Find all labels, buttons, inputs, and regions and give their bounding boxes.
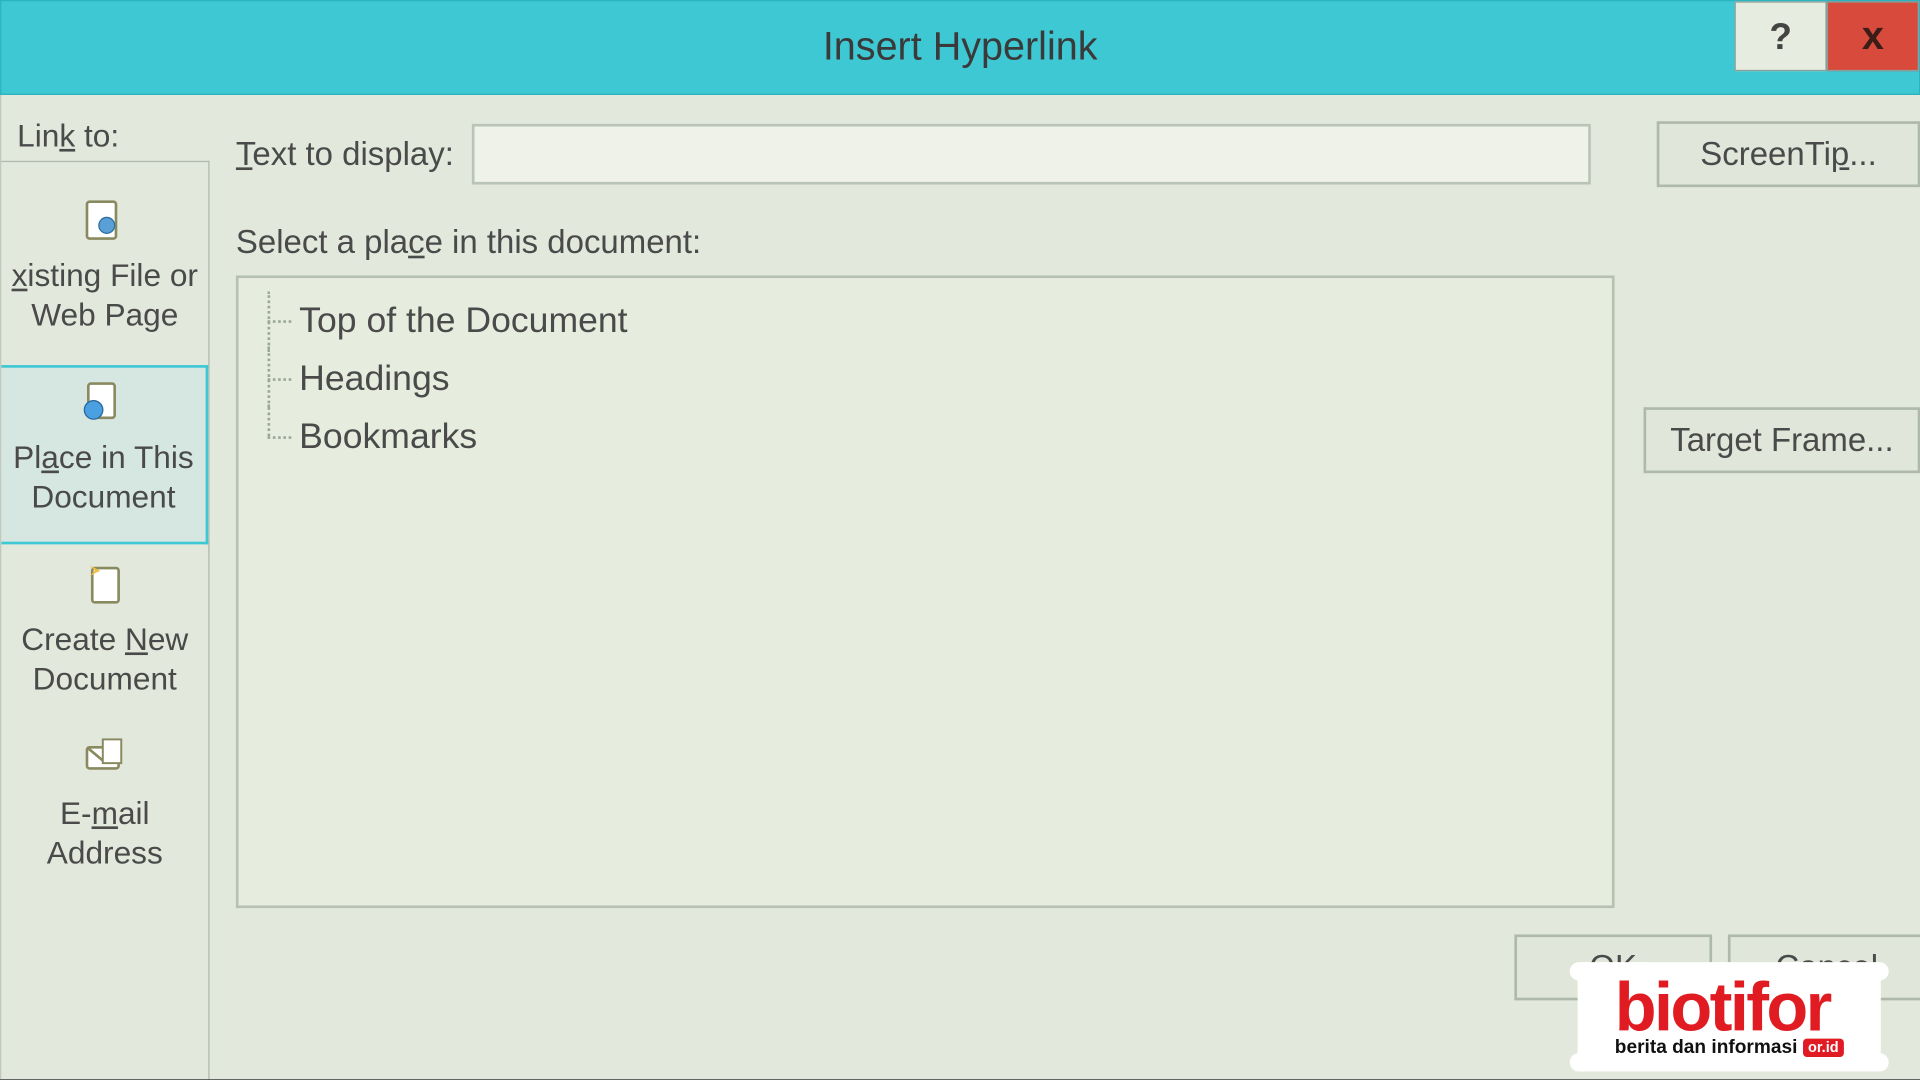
rail-label: xisting File or Web Page bbox=[9, 257, 200, 336]
ok-button[interactable]: OK bbox=[1514, 934, 1712, 1000]
main-panel: Text to display: ScreenTip... Select a p… bbox=[210, 95, 1920, 1080]
titlebar: Insert Hyperlink ? x bbox=[0, 0, 1920, 95]
help-button[interactable]: ? bbox=[1734, 1, 1826, 71]
link-to-label: Link to: bbox=[1, 95, 209, 161]
tree-item-headings[interactable]: Headings bbox=[260, 349, 1591, 407]
email-icon bbox=[78, 737, 131, 782]
tree-item-label: Bookmarks bbox=[299, 416, 477, 457]
dialog-body: Link to: xisting File or Web Page bbox=[0, 95, 1920, 1080]
text-to-display-row: Text to display: ScreenTip... bbox=[236, 95, 1920, 187]
right-button-column: Target Frame... bbox=[1644, 275, 1920, 908]
select-place-label: Select a place in this document: bbox=[236, 187, 1920, 275]
link-to-existing-file[interactable]: xisting File or Web Page bbox=[1, 186, 208, 360]
dialog-title: Insert Hyperlink bbox=[823, 25, 1098, 70]
cancel-button[interactable]: Cancel bbox=[1728, 934, 1920, 1000]
link-to-create-new-document[interactable]: Create New Document bbox=[1, 550, 208, 724]
screentip-button[interactable]: ScreenTip... bbox=[1657, 121, 1920, 187]
tree-item-label: Top of the Document bbox=[299, 300, 627, 341]
file-web-icon bbox=[78, 199, 131, 244]
new-document-icon bbox=[78, 563, 131, 608]
link-to-email-address[interactable]: E-mail Address bbox=[1, 724, 208, 898]
close-button[interactable]: x bbox=[1827, 1, 1919, 71]
screentip-label: ScreenTip... bbox=[1700, 135, 1876, 173]
link-to-rail: Link to: xisting File or Web Page bbox=[1, 95, 209, 1080]
target-frame-button[interactable]: Target Frame... bbox=[1644, 407, 1920, 473]
text-to-display-label: Text to display: bbox=[236, 135, 454, 173]
tree-item-top-of-document[interactable]: Top of the Document bbox=[260, 291, 1591, 349]
rail-label: Create New Document bbox=[9, 621, 200, 700]
rail-label: Place in This Document bbox=[9, 439, 197, 518]
titlebar-controls: ? x bbox=[1734, 1, 1919, 93]
document-places-tree[interactable]: Top of the Document Headings Bookmarks bbox=[236, 275, 1615, 908]
document-place-icon bbox=[77, 381, 130, 426]
tree-item-bookmarks[interactable]: Bookmarks bbox=[260, 407, 1591, 465]
dialog-footer: OK Cancel bbox=[236, 908, 1920, 1000]
rail-label: E-mail Address bbox=[9, 795, 200, 874]
target-frame-label: Target Frame... bbox=[1670, 421, 1893, 459]
text-to-display-input[interactable] bbox=[472, 124, 1591, 185]
link-to-place-in-document[interactable]: Place in This Document bbox=[1, 365, 208, 544]
tree-item-label: Headings bbox=[299, 358, 449, 399]
